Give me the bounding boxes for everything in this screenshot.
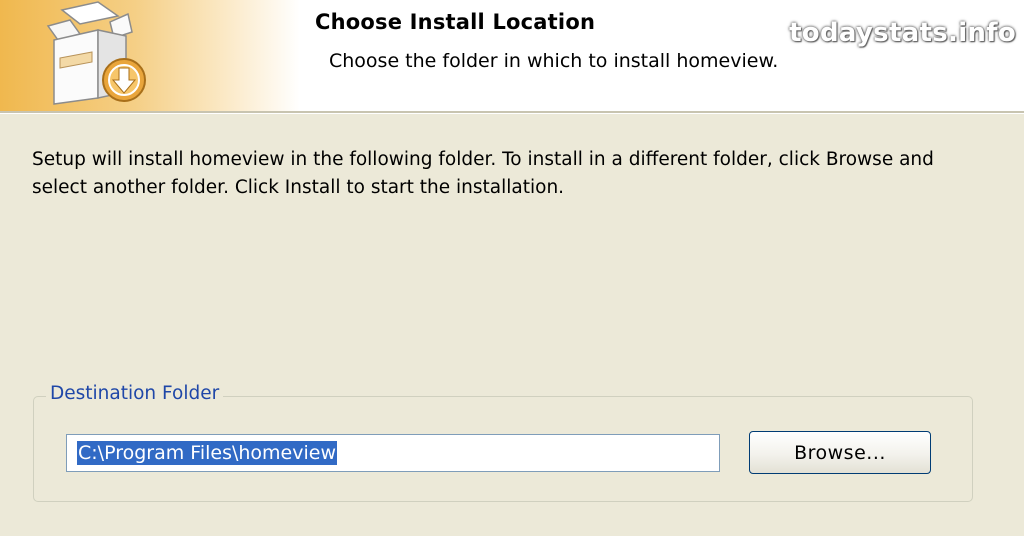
install-description: Setup will install homeview in the follo… — [32, 149, 934, 198]
wizard-header: Choose Install Location Choose the folde… — [0, 0, 1024, 111]
watermark-text: todaystats.info — [789, 18, 1016, 48]
page-title: Choose Install Location — [315, 10, 596, 34]
destination-folder-label: Destination Folder — [46, 383, 224, 404]
header-divider — [0, 111, 1024, 114]
installer-box-icon — [46, 1, 146, 105]
destination-path-value[interactable]: C:\Program Files\homeview — [77, 441, 337, 465]
destination-path-input[interactable]: C:\Program Files\homeview — [66, 434, 720, 472]
destination-folder-group: Destination Folder C:\Program Files\home… — [33, 383, 973, 502]
page-subtitle: Choose the folder in which to install ho… — [329, 50, 779, 72]
browse-button[interactable]: Browse... — [749, 431, 931, 474]
